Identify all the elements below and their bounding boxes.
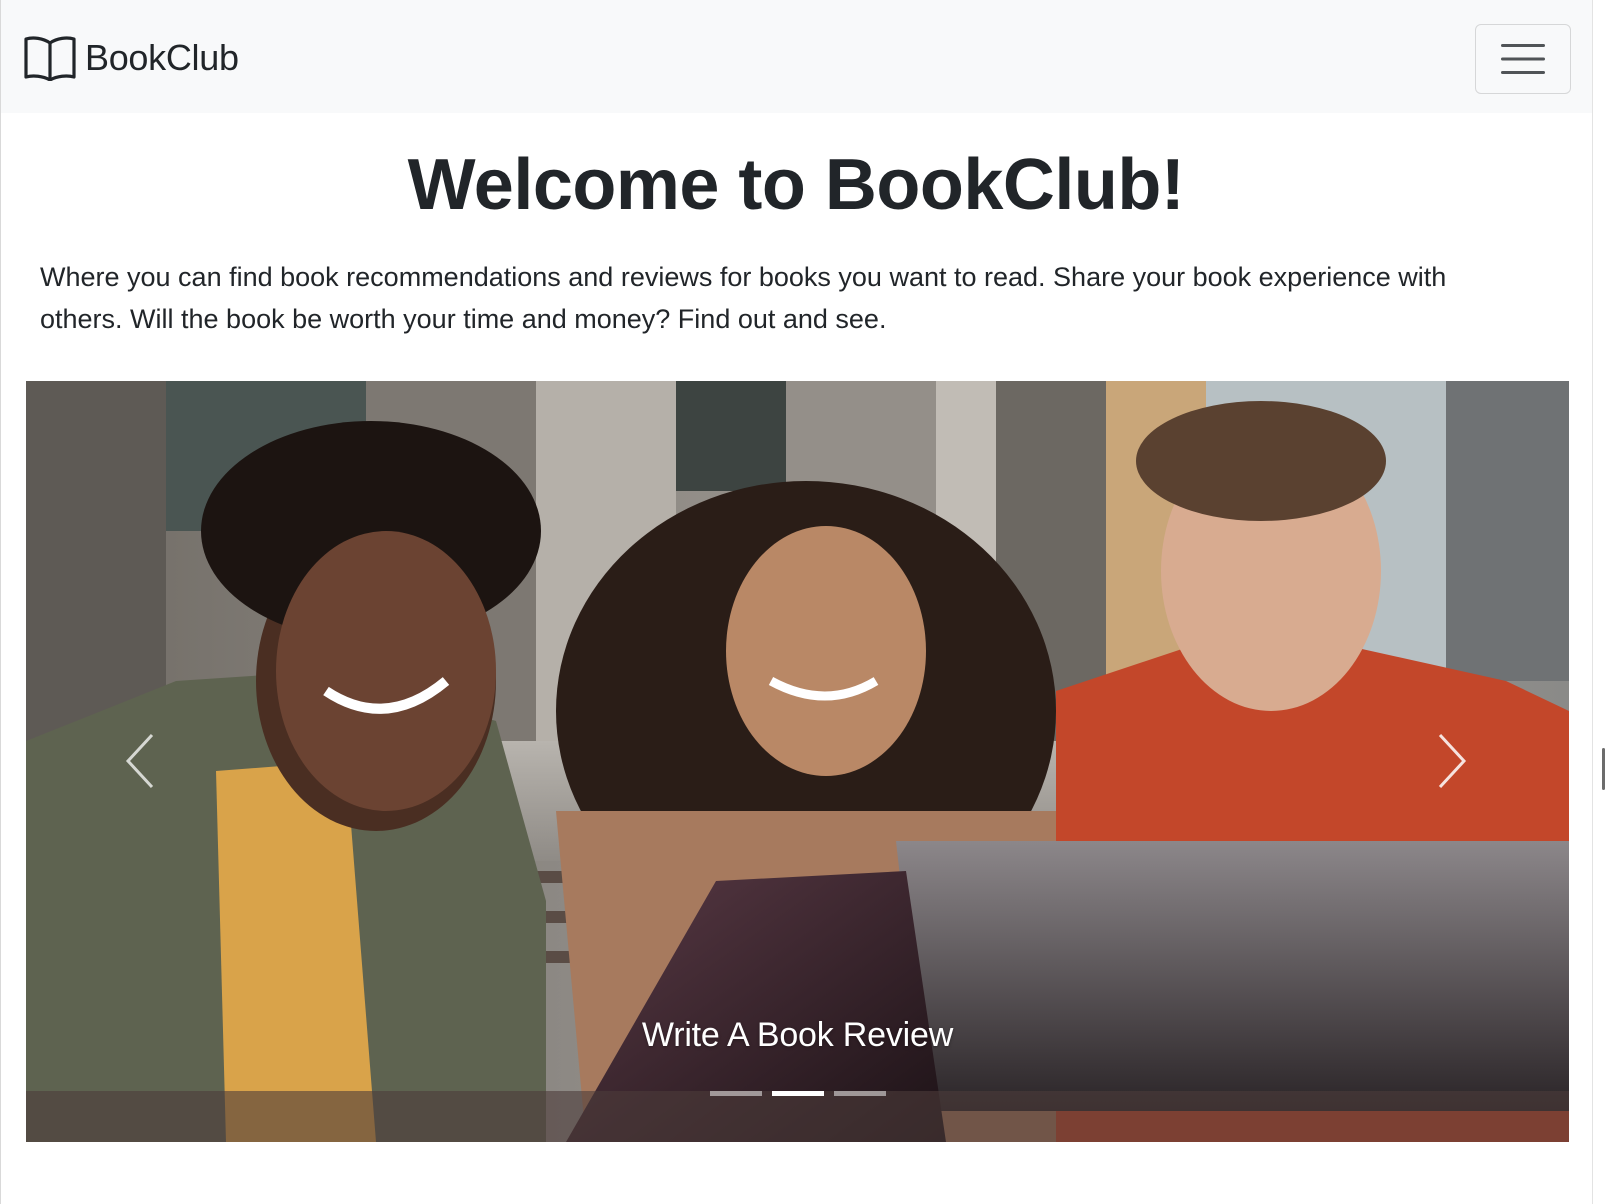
scrollbar-thumb[interactable]: [1602, 748, 1605, 790]
carousel-next-button[interactable]: [1412, 701, 1492, 821]
hamburger-menu-icon: [1501, 44, 1545, 74]
chevron-left-icon: [125, 733, 154, 789]
navbar: BookClub: [1, 0, 1592, 113]
carousel-prev-button[interactable]: [100, 701, 180, 821]
carousel-indicators: [26, 1091, 1569, 1096]
carousel-indicator-2[interactable]: [771, 1091, 824, 1096]
brand-link[interactable]: BookClub: [23, 34, 239, 82]
carousel-indicator-1[interactable]: [709, 1091, 762, 1096]
chevron-right-icon: [1438, 733, 1467, 789]
page-title: Welcome to BookClub!: [407, 145, 1185, 225]
carousel-caption: Write A Book Review: [641, 1016, 954, 1054]
book-open-icon: [24, 36, 76, 81]
window-right-edge: [1592, 0, 1608, 1204]
navbar-toggler-button[interactable]: [1475, 24, 1571, 94]
intro-paragraph: Where you can find book recommendations …: [40, 262, 1447, 334]
carousel: Write A Book Review: [26, 381, 1569, 1142]
page: BookClub Welcome to BookClub! Where you …: [0, 0, 1608, 1204]
carousel-indicator-3[interactable]: [833, 1091, 886, 1096]
brand-name: BookClub: [85, 37, 239, 78]
